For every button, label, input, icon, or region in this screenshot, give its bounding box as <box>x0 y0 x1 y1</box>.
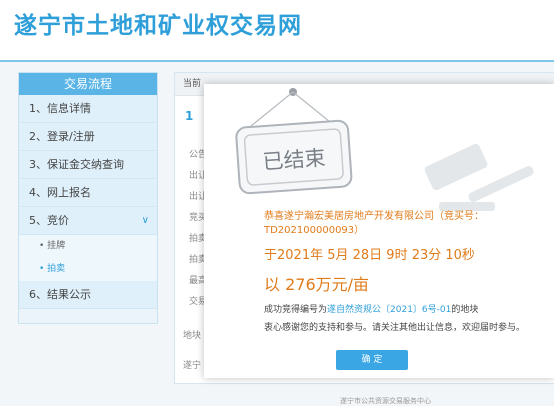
winner-line2: TD202100000093） <box>264 225 365 236</box>
site-title: 遂宁市土地和矿业权交易网 <box>14 12 302 39</box>
result-text: 成功竞得编号为遂自然资规公〔2021〕6号-01的地块 <box>264 302 478 315</box>
confirm-button[interactable]: 确 定 <box>336 350 408 370</box>
winner-line1: 恭喜遂宁瀚宏美居房地产开发有限公司（竞买号： <box>264 211 484 222</box>
step-number: 1 <box>185 109 194 123</box>
win-time: 于2021年 5月 28日 9时 23分 10秒 <box>264 248 475 263</box>
parcel-link[interactable]: 遂自然资规公〔2021〕6号-01 <box>327 305 451 315</box>
result-modal: 已结束 恭喜遂宁瀚宏美居房地产开发有限公司（竞买号： TD20210000009… <box>204 84 554 378</box>
block-label: 地块 <box>183 331 202 341</box>
stamp-text: 已结束 <box>262 146 327 174</box>
result-prefix: 成功竞得编号为 <box>264 305 328 315</box>
sidebar-item-signup[interactable]: 4、网上报名 <box>19 179 157 207</box>
sidebar-subitem-auction[interactable]: • 拍卖 <box>19 258 157 281</box>
sidebar-item-deposit[interactable]: 3、保证金交纳查询 <box>19 151 157 179</box>
winner-text: 恭喜遂宁瀚宏美居房地产开发有限公司（竞买号： TD202100000093） <box>264 210 544 238</box>
string-icon <box>250 91 336 127</box>
thanks-text: 衷心感谢您的支持和参与。请关注其他出让信息，欢迎届时参与。 <box>264 323 526 333</box>
sidebar-item-result[interactable]: 6、结果公示 <box>19 281 157 309</box>
sidebar-item-label: 5、竞价 <box>29 214 69 227</box>
sidebar-item-login[interactable]: 2、登录/注册 <box>19 123 157 151</box>
header-divider <box>0 60 554 62</box>
result-suffix: 的地块 <box>451 305 479 315</box>
gavel-icon <box>424 143 534 211</box>
win-price: 以 276万元/亩 <box>264 275 370 294</box>
sidebar-subitem-listing[interactable]: • 挂牌 <box>19 235 157 258</box>
bottom-label: 遂宁 <box>183 361 202 371</box>
sidebar: 交易流程 1、信息详情 2、登录/注册 3、保证金交纳查询 4、网上报名 5、竞… <box>18 72 158 324</box>
sidebar-item-info[interactable]: 1、信息详情 <box>19 95 157 123</box>
site-header: 遂宁市土地和矿业权交易网 <box>0 0 554 62</box>
chevron-down-icon: ∨ <box>141 215 149 226</box>
sidebar-header: 交易流程 <box>19 73 157 95</box>
sign-board-icon: 已结束 <box>235 119 353 195</box>
sidebar-item-bidding[interactable]: 5、竞价 ∨ <box>19 207 157 235</box>
